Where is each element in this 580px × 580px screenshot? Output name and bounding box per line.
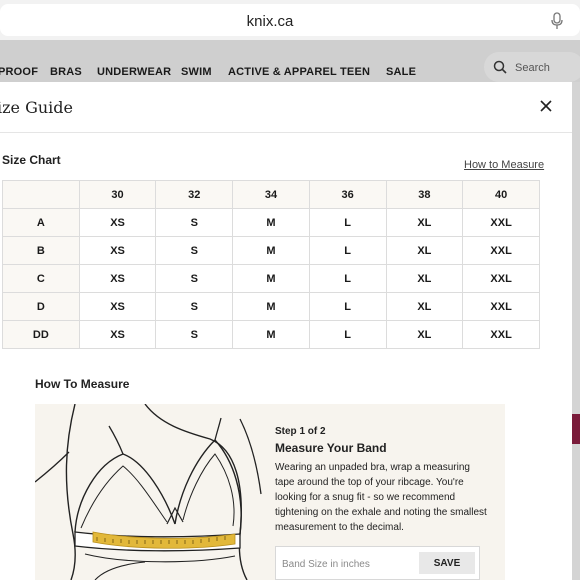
table-row: DD XS S M L XL XXL — [2, 320, 540, 349]
nav-item-active-apparel[interactable]: ACTIVE & APPAREL — [228, 66, 337, 78]
band-size-form: SAVE — [275, 546, 480, 580]
band-size-input[interactable] — [282, 555, 412, 573]
table-cell: L — [308, 320, 387, 349]
nav-item-sale[interactable]: SALE — [386, 66, 416, 78]
table-cell: M — [232, 292, 310, 321]
table-cell: S — [155, 208, 234, 237]
table-cell: M — [232, 320, 310, 349]
row-header-cup: DD — [2, 320, 80, 349]
table-cell: L — [308, 236, 387, 265]
table-row: C XS S M L XL XXL — [2, 264, 540, 293]
nav-item-proof[interactable]: PROOF — [0, 66, 38, 78]
mic-icon[interactable] — [550, 12, 564, 30]
column-header: 40 — [462, 180, 540, 209]
table-cell: XS — [78, 264, 157, 293]
table-corner-cell — [2, 180, 80, 209]
table-cell: S — [155, 320, 234, 349]
column-header: 32 — [155, 180, 234, 209]
size-guide-modal: Size Guide Size Chart How to Measure 30 … — [0, 82, 572, 580]
table-cell: S — [155, 236, 234, 265]
search-placeholder: Search — [515, 62, 550, 74]
table-cell: L — [308, 264, 387, 293]
size-chart-heading: Size Chart — [2, 153, 61, 167]
row-header-cup: D — [2, 292, 80, 321]
close-icon[interactable] — [538, 98, 554, 114]
nav-item-teen[interactable]: TEEN — [340, 66, 370, 78]
table-cell: M — [232, 236, 310, 265]
modal-title: Size Guide — [0, 98, 73, 117]
table-cell: XXL — [462, 236, 540, 265]
table-row: B XS S M L XL XXL — [2, 236, 540, 265]
table-cell: XL — [385, 208, 464, 237]
table-header-row: 30 32 34 36 38 40 — [2, 180, 540, 209]
measure-panel: Step 1 of 2 Measure Your Band Wearing an… — [35, 404, 505, 580]
row-header-cup: B — [2, 236, 80, 265]
column-header: 30 — [78, 180, 157, 209]
table-cell: L — [308, 208, 387, 237]
size-chart-table: 30 32 34 36 38 40 A XS S M L XL XXL B XS… — [2, 180, 540, 349]
table-cell: M — [232, 264, 310, 293]
column-header: 38 — [385, 180, 464, 209]
bra-measuring-illustration — [35, 404, 262, 580]
table-cell: XXL — [462, 292, 540, 321]
table-cell: XXL — [462, 320, 540, 349]
table-cell: XS — [78, 292, 157, 321]
table-cell: XS — [78, 236, 157, 265]
address-bar[interactable]: knix.ca — [0, 4, 580, 36]
table-cell: S — [155, 264, 234, 293]
page-behind-overlay — [572, 82, 580, 580]
table-cell: XL — [385, 292, 464, 321]
nav-item-bras[interactable]: BRAS — [50, 66, 82, 78]
how-to-measure-link[interactable]: How to Measure — [464, 159, 544, 171]
table-cell: XS — [78, 208, 157, 237]
how-to-measure-heading: How To Measure — [35, 377, 130, 391]
browser-toolbar: knix.ca — [0, 0, 580, 40]
row-header-cup: A — [2, 208, 80, 237]
table-cell: XXL — [462, 208, 540, 237]
page-behind-button — [572, 414, 580, 444]
table-row: A XS S M L XL XXL — [2, 208, 540, 237]
modal-divider — [0, 132, 572, 133]
save-button[interactable]: SAVE — [419, 552, 475, 574]
search-icon — [493, 60, 507, 74]
table-row: D XS S M L XL XXL — [2, 292, 540, 321]
url-text[interactable]: knix.ca — [0, 13, 540, 30]
step-title: Measure Your Band — [275, 441, 387, 455]
step-description: Wearing an unpaded bra, wrap a measuring… — [275, 462, 487, 533]
table-cell: XS — [78, 320, 157, 349]
nav-item-underwear[interactable]: UNDERWEAR — [97, 66, 171, 78]
table-cell: S — [155, 292, 234, 321]
table-cell: XL — [385, 236, 464, 265]
table-cell: XL — [385, 320, 464, 349]
table-cell: L — [308, 292, 387, 321]
table-cell: XL — [385, 264, 464, 293]
column-header: 34 — [232, 180, 310, 209]
nav-item-swim[interactable]: SWIM — [181, 66, 212, 78]
table-cell: XXL — [462, 264, 540, 293]
table-cell: M — [232, 208, 310, 237]
step-label: Step 1 of 2 — [275, 426, 326, 437]
row-header-cup: C — [2, 264, 80, 293]
column-header: 36 — [308, 180, 387, 209]
